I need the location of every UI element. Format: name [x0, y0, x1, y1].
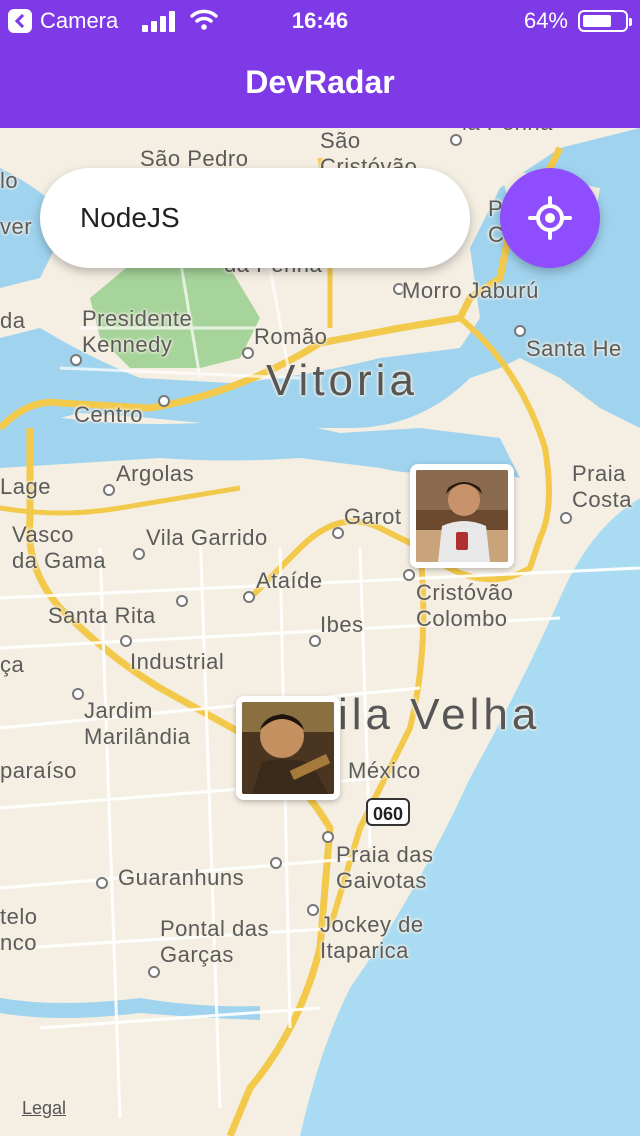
place-label: Lage	[0, 474, 51, 499]
city-label: Vitoria	[266, 356, 418, 405]
page-title: DevRadar	[245, 64, 395, 100]
place-label: Romão	[254, 324, 328, 349]
place-label: Garot	[344, 504, 402, 529]
place-label: da	[0, 308, 26, 333]
place-label: paraíso	[0, 758, 77, 783]
map-pin	[96, 877, 108, 889]
map-pin	[307, 904, 319, 916]
status-bar: Camera 16:46 64%	[0, 0, 640, 40]
route-shield: 060	[366, 798, 410, 826]
dev-avatar	[242, 702, 334, 794]
dev-marker[interactable]	[410, 464, 514, 568]
map-pin	[270, 857, 282, 869]
map-pin	[72, 688, 84, 700]
map-pin	[243, 591, 255, 603]
map-pin	[148, 966, 160, 978]
place-label: Praia das Gaivotas	[336, 842, 434, 893]
place-label: Pontal das Garças	[160, 916, 269, 967]
place-label: Santa Rita	[48, 603, 156, 628]
dev-marker[interactable]	[236, 696, 340, 800]
my-location-icon	[528, 196, 572, 240]
place-label: lo	[0, 168, 19, 193]
place-label: Presidente Kennedy	[82, 306, 193, 357]
dev-avatar	[416, 470, 508, 562]
place-label: Santa He	[526, 336, 622, 361]
place-label: Vila Garrido	[146, 525, 268, 550]
battery-icon	[578, 10, 632, 32]
place-label: Morro Jaburú	[402, 278, 539, 303]
place-label: Jockey de Itaparica	[320, 912, 424, 963]
place-label: Cristóvão Colombo	[416, 580, 514, 631]
map-pin	[403, 569, 415, 581]
map-pin	[158, 395, 170, 407]
map-pin	[450, 134, 462, 146]
place-label: Argolas	[116, 461, 195, 486]
city-label: ila Velha	[338, 690, 541, 739]
map-pin	[103, 484, 115, 496]
map-pin	[322, 831, 334, 843]
map-pin	[120, 635, 132, 647]
place-label: Vasco da Gama	[12, 522, 106, 573]
place-label: Ibes	[320, 612, 364, 637]
place-label: ia Penha	[462, 128, 553, 136]
place-label: México	[348, 758, 421, 783]
place-label: Ataíde	[256, 568, 323, 593]
map-pin	[514, 325, 526, 337]
place-label: telo nco	[0, 904, 38, 955]
map-pin	[133, 548, 145, 560]
map-pin	[70, 354, 82, 366]
place-label: ver	[0, 214, 33, 239]
app-header: DevRadar	[0, 40, 640, 128]
search-input[interactable]	[40, 168, 470, 268]
legal-link[interactable]: Legal	[22, 1098, 66, 1119]
battery-percentage: 64%	[523, 8, 568, 33]
place-label: ça	[0, 652, 25, 677]
place-label: Praia Costa	[572, 461, 632, 512]
place-label: Jardim Marilândia	[84, 698, 191, 749]
map-view[interactable]: ia Penha São Pedro São Cristóvão lo ver …	[0, 128, 640, 1136]
map-pin	[560, 512, 572, 524]
place-label: Centro	[74, 402, 144, 427]
map-pin	[176, 595, 188, 607]
map-pin	[242, 347, 254, 359]
locate-button[interactable]	[500, 168, 600, 268]
place-label: Guaranhuns	[118, 865, 245, 890]
place-label: Industrial	[130, 649, 225, 674]
map-pin	[332, 527, 344, 539]
